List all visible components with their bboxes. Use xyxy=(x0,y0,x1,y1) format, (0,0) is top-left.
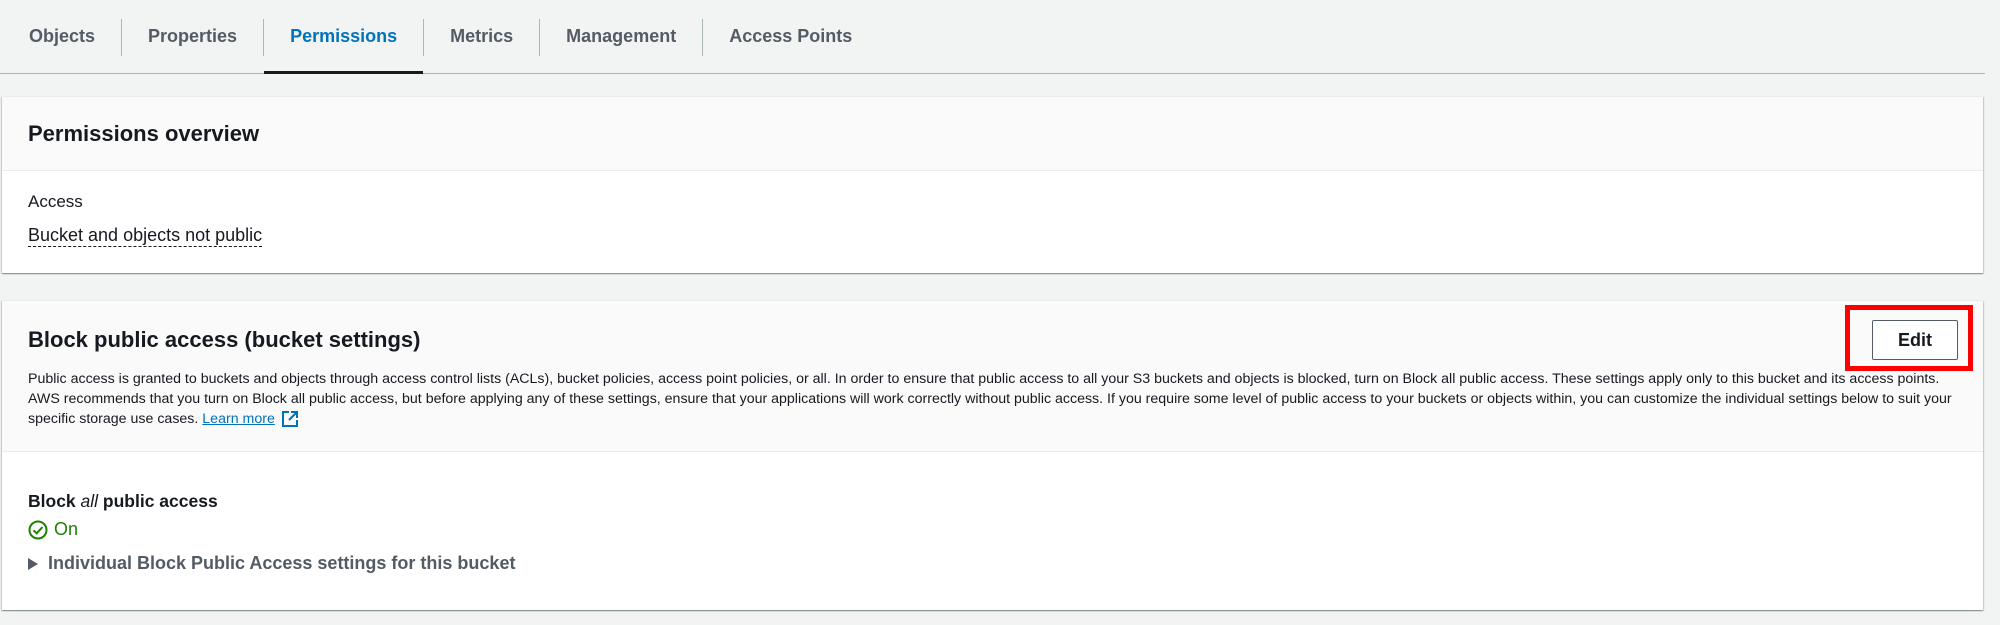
tab-access-points[interactable]: Access Points xyxy=(703,0,878,73)
description-line-1: Public access is granted to buckets and … xyxy=(28,371,1800,387)
tab-management[interactable]: Management xyxy=(540,0,702,73)
access-label: Access xyxy=(28,192,83,211)
learn-more-link[interactable]: Learn more xyxy=(202,409,299,429)
permissions-overview-title: Permissions overview xyxy=(28,121,260,146)
expander-label: Individual Block Public Access settings … xyxy=(48,553,516,573)
tab-management-label: Management xyxy=(566,26,677,46)
permissions-overview-header: Permissions overview xyxy=(2,97,1983,171)
block-all-suffix: public access xyxy=(98,491,218,511)
caret-right-icon xyxy=(28,557,38,570)
block-all-status: On xyxy=(28,519,78,540)
learn-more-label: Learn more xyxy=(202,411,275,427)
permissions-overview-panel: Permissions overview Access Bucket and o… xyxy=(2,96,1983,273)
block-public-access-panel: Block public access (bucket settings) Ed… xyxy=(2,300,1983,610)
block-public-access-description: Public access is granted to buckets and … xyxy=(28,369,1963,429)
tab-properties[interactable]: Properties xyxy=(122,0,263,73)
tab-bar: Objects Properties Permissions Metrics M… xyxy=(0,0,1985,74)
tab-objects[interactable]: Objects xyxy=(0,0,121,73)
tab-metrics[interactable]: Metrics xyxy=(424,0,539,73)
individual-settings-expander[interactable]: Individual Block Public Access settings … xyxy=(28,553,515,574)
tab-metrics-label: Metrics xyxy=(450,26,514,46)
tab-permissions-label: Permissions xyxy=(290,26,398,46)
tab-permissions[interactable]: Permissions xyxy=(264,0,424,74)
block-public-access-header: Block public access (bucket settings) Ed… xyxy=(2,301,1983,452)
tab-properties-label: Properties xyxy=(148,26,238,46)
access-value[interactable]: Bucket and objects not public xyxy=(28,225,263,247)
block-all-public-access-label: Block all public access xyxy=(28,491,218,512)
check-circle-icon xyxy=(28,520,48,539)
tab-objects-label: Objects xyxy=(29,26,96,46)
tab-access-points-label: Access Points xyxy=(729,26,853,46)
block-all-emphasis: all xyxy=(80,491,99,511)
block-public-access-title: Block public access (bucket settings) xyxy=(28,327,421,352)
external-link-icon xyxy=(281,411,298,427)
status-text: On xyxy=(54,519,79,539)
block-all-prefix: Block xyxy=(28,491,81,511)
edit-highlight-box xyxy=(1845,305,1973,371)
